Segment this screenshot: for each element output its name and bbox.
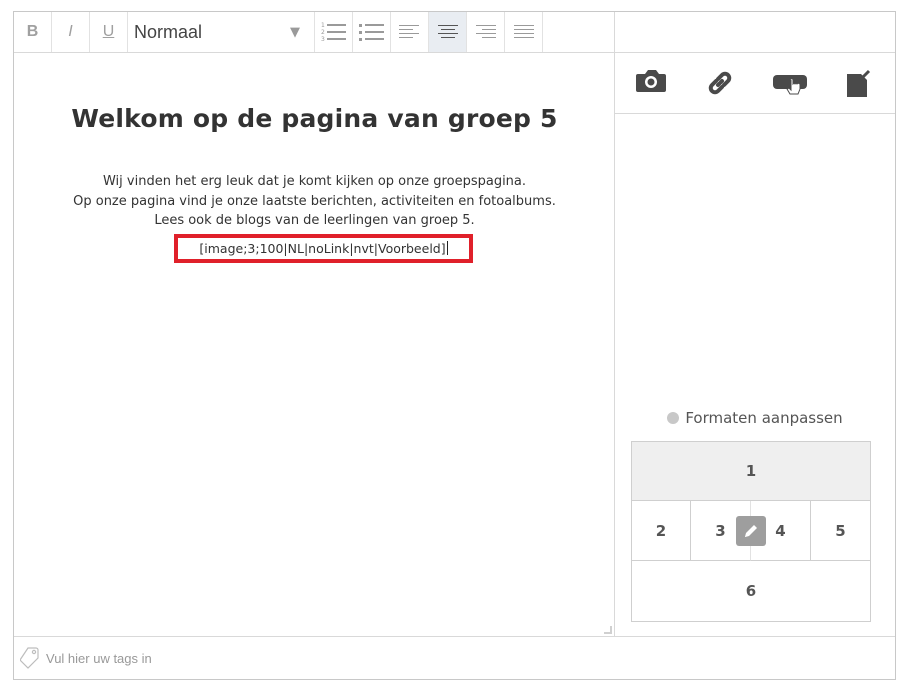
export-button[interactable] — [846, 68, 872, 102]
svg-text:1: 1 — [321, 22, 325, 29]
numbered-list-button[interactable]: 1 2 3 — [315, 12, 353, 52]
export-icon — [847, 69, 871, 97]
align-justify-icon — [513, 25, 534, 38]
panel-toolbar — [615, 53, 895, 114]
button-insert-icon — [773, 75, 807, 95]
bullet-list-icon — [358, 24, 384, 41]
align-center-icon — [437, 25, 458, 38]
align-right-icon — [475, 25, 496, 38]
grid-cell[interactable]: 1 — [632, 442, 870, 501]
align-left-button[interactable] — [391, 12, 429, 52]
chevron-down-icon: ▼ — [290, 25, 300, 40]
insert-button-button[interactable] — [772, 68, 810, 106]
tags-input[interactable]: Vul hier uw tags in — [46, 651, 152, 666]
text-caret — [446, 241, 448, 255]
insert-image-button[interactable] — [635, 68, 667, 98]
svg-text:2: 2 — [321, 29, 325, 36]
formaten-toggle[interactable]: Formaten aanpassen — [615, 409, 895, 427]
insert-panel: Formaten aanpassen 1 2 3 4 5 6 — [615, 12, 895, 636]
camera-icon — [636, 70, 666, 92]
intro-line: Lees ook de blogs van de leerlingen van … — [154, 213, 475, 228]
formatting-toolbar: B I U Normaal ▼ 1 2 3 — [14, 12, 615, 53]
format-select-value: Normaal — [134, 21, 203, 42]
grid-cell[interactable]: 2 — [632, 501, 691, 561]
edit-cell-button[interactable] — [736, 516, 766, 546]
image-placeholder-highlight[interactable]: [image;3;100|NL|noLink|nvt|Voorbeeld] — [174, 234, 473, 263]
radio-dot-icon — [667, 412, 680, 424]
image-placeholder-code[interactable]: [image;3;100|NL|noLink|nvt|Voorbeeld] — [178, 241, 469, 256]
align-left-icon — [398, 25, 419, 38]
tag-icon — [20, 647, 39, 669]
layout-grid: 1 2 3 4 5 6 — [631, 441, 871, 622]
editor-content[interactable]: Welkom op de pagina van groep 5 Wij vind… — [14, 53, 615, 636]
image-placeholder-text: [image;3;100|NL|noLink|nvt|Voorbeeld] — [199, 241, 446, 256]
pencil-icon — [745, 525, 757, 537]
link-icon — [708, 71, 732, 95]
align-right-button[interactable] — [467, 12, 505, 52]
insert-link-button[interactable] — [705, 68, 735, 102]
page-title: Welkom op de pagina van groep 5 — [71, 104, 558, 133]
numbered-list-icon: 1 2 3 — [321, 22, 346, 43]
svg-text:3: 3 — [321, 36, 325, 43]
panel-header — [615, 12, 895, 53]
editor-frame: B I U Normaal ▼ 1 2 3 Welkom op de pagin… — [13, 11, 896, 680]
italic-button[interactable]: I — [52, 12, 90, 52]
intro-line: Wij vinden het erg leuk dat je komt kijk… — [102, 174, 527, 189]
align-justify-button[interactable] — [505, 12, 543, 52]
underline-button[interactable]: U — [90, 12, 128, 52]
align-center-button[interactable] — [429, 12, 467, 52]
bullet-list-button[interactable] — [353, 12, 391, 52]
bold-button[interactable]: B — [14, 12, 52, 52]
format-select[interactable]: Normaal ▼ — [128, 12, 315, 52]
formaten-label: Formaten aanpassen — [685, 409, 843, 427]
intro-line: Op onze pagina vind je onze laatste beri… — [73, 194, 556, 209]
resize-handle[interactable] — [604, 626, 612, 634]
tags-bar[interactable]: Vul hier uw tags in — [14, 636, 895, 679]
grid-cell[interactable]: 5 — [811, 501, 870, 561]
grid-cell[interactable]: 6 — [632, 561, 870, 621]
